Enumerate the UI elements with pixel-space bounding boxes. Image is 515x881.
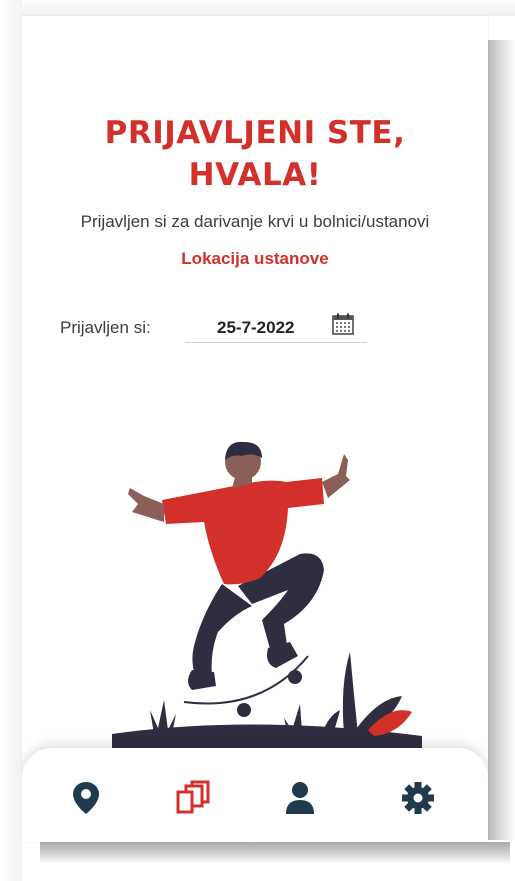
bottom-navbar bbox=[22, 748, 488, 842]
nav-profile[interactable] bbox=[280, 778, 320, 818]
copy-icon bbox=[176, 780, 210, 814]
frame-shadow-bottom bbox=[40, 842, 510, 864]
frame-shadow-top bbox=[0, 0, 515, 16]
map-marker-icon bbox=[73, 782, 99, 814]
registration-subtitle: Prijavljen si za darivanje krvi u bolnic… bbox=[80, 212, 430, 231]
registration-date-row: Prijavljen si: 25-7-2022 bbox=[60, 312, 460, 344]
user-icon bbox=[286, 782, 314, 814]
gear-icon bbox=[402, 782, 434, 814]
frame-shadow-right bbox=[488, 40, 515, 840]
skateboarder-illustration bbox=[112, 441, 422, 764]
nav-registrations[interactable] bbox=[172, 778, 212, 818]
calendar-icon[interactable] bbox=[331, 312, 355, 336]
nav-settings[interactable] bbox=[398, 778, 438, 818]
phone-screen: PRIJAVLJENI STE, HVALA! Prijavljen si za… bbox=[22, 16, 488, 842]
date-field[interactable]: 25-7-2022 bbox=[185, 312, 367, 343]
frame-shadow-left bbox=[0, 0, 22, 881]
page-title: PRIJAVLJENI STE, HVALA! bbox=[22, 112, 488, 196]
date-value: 25-7-2022 bbox=[217, 318, 295, 337]
nav-location[interactable] bbox=[66, 778, 106, 818]
registration-date-label: Prijavljen si: bbox=[60, 318, 151, 337]
location-link[interactable]: Lokacija ustanove bbox=[22, 249, 488, 269]
title-line-2: HVALA! bbox=[188, 157, 322, 193]
title-line-1: PRIJAVLJENI STE, bbox=[104, 115, 406, 151]
